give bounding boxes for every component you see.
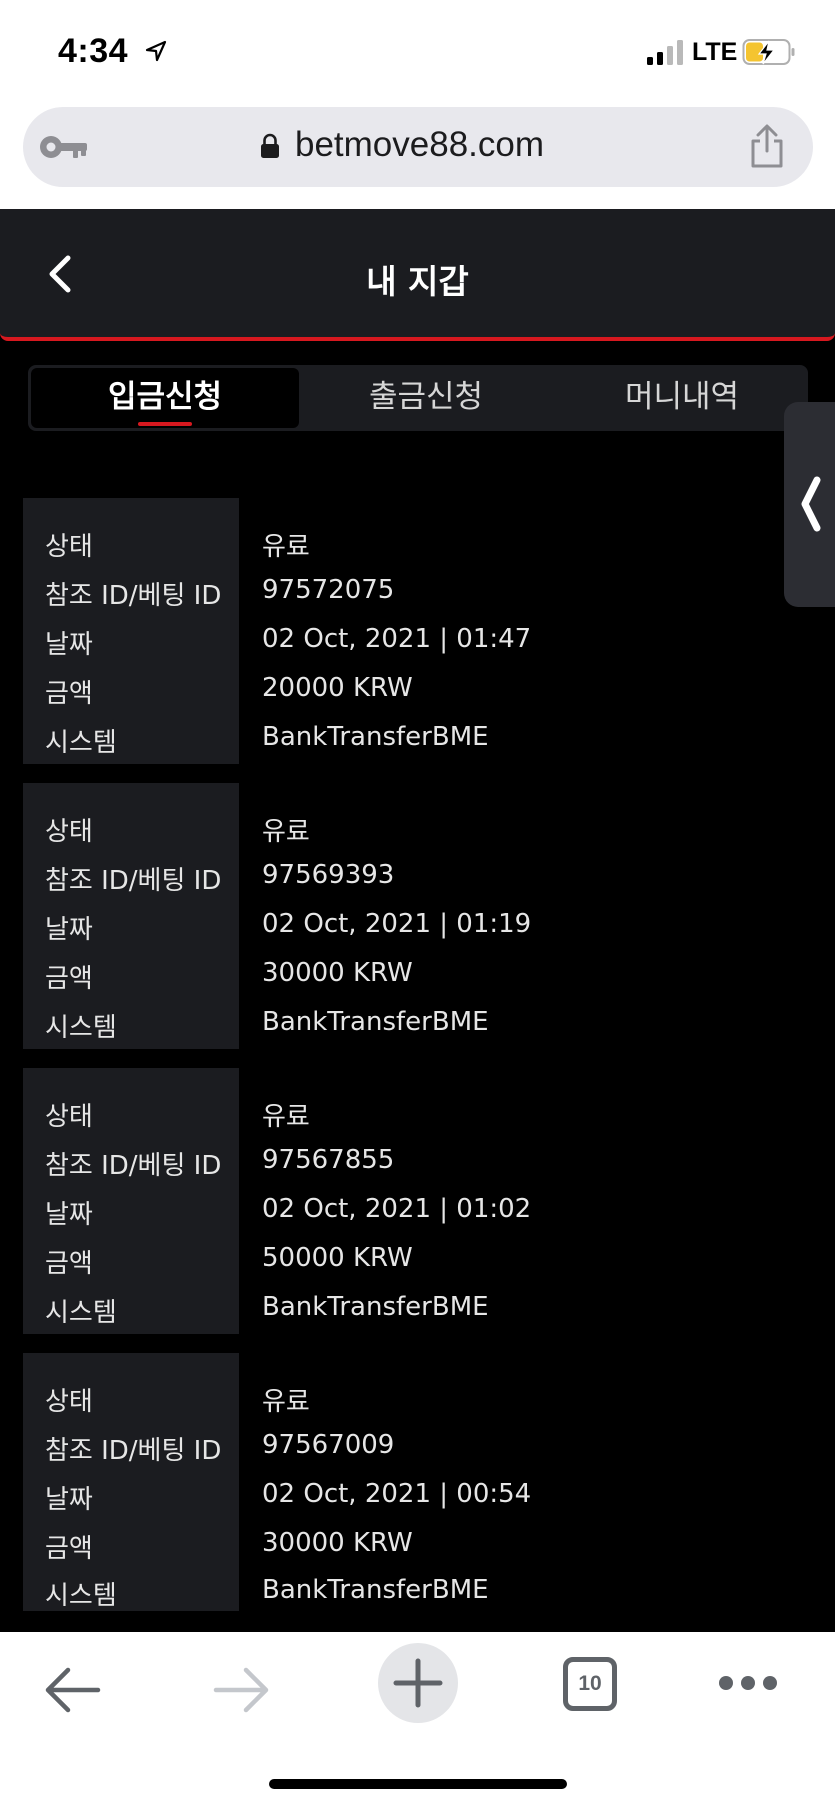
active-tab-indicator xyxy=(138,422,192,426)
url-text[interactable]: betmove88.com xyxy=(295,125,544,165)
value-amount: 30000 KRW xyxy=(262,1528,413,1558)
label-amount: 금액 xyxy=(45,964,93,994)
tab-label: 입금신청 xyxy=(107,379,223,415)
value-system: BankTransferBME xyxy=(262,1575,489,1605)
record-row-amount: 금액 50000 KRW xyxy=(23,1239,813,1279)
record-row-status: 상태 유료 xyxy=(23,1092,813,1132)
label-system: 시스템 xyxy=(45,1013,117,1043)
record-row-system: 시스템 BankTransferBME xyxy=(23,1003,813,1043)
value-status: 유료 xyxy=(262,817,310,847)
label-date: 날짜 xyxy=(45,1485,93,1515)
value-amount: 20000 KRW xyxy=(262,673,413,703)
status-bar: 4:34 LTE xyxy=(0,0,835,105)
value-status: 유료 xyxy=(262,1387,310,1417)
label-system: 시스템 xyxy=(45,728,117,758)
tab-label: 머니내역 xyxy=(624,379,740,415)
record-row-system: 시스템 BankTransferBME xyxy=(23,1288,813,1328)
record-row-amount: 금액 20000 KRW xyxy=(23,669,813,709)
label-system: 시스템 xyxy=(45,1581,117,1611)
network-type: LTE xyxy=(692,38,738,66)
deposit-record: 상태 유료 참조 ID/베팅 ID 97572075 날짜 02 Oct, 2021 … xyxy=(23,498,813,764)
record-row-status: 상태 유료 xyxy=(23,807,813,847)
plus-icon[interactable] xyxy=(377,1642,459,1724)
label-status: 상태 xyxy=(45,532,93,562)
value-ref-id: 97567855 xyxy=(262,1145,395,1175)
record-row-status: 상태 유료 xyxy=(23,522,813,562)
page-header: 내 지갑 xyxy=(0,209,835,341)
record-row-date: 날짜 02 Oct, 2021 | 01:19 xyxy=(23,905,813,945)
record-row-ref: 참조 ID/베팅 ID 97567009 xyxy=(23,1426,813,1466)
label-amount: 금액 xyxy=(45,1249,93,1279)
address-bar[interactable]: betmove88.com xyxy=(23,107,813,187)
deposit-record: 상태 유료 참조 ID/베팅 ID 97569393 날짜 02 Oct, 2021 … xyxy=(23,783,813,1049)
value-system: BankTransferBME xyxy=(262,722,489,752)
status-time: 4:34 xyxy=(58,32,129,70)
lock-icon xyxy=(261,133,279,158)
tab-withdraw-request[interactable]: 출금신청 xyxy=(296,365,556,431)
label-ref-id: 참조 ID/베팅 ID xyxy=(45,1151,222,1181)
value-status: 유료 xyxy=(262,532,310,562)
label-system: 시스템 xyxy=(45,1298,117,1328)
record-row-date: 날짜 02 Oct, 2021 | 00:54 xyxy=(23,1475,813,1515)
record-row-date: 날짜 02 Oct, 2021 | 01:47 xyxy=(23,620,813,660)
tab-deposit-request[interactable]: 입금신청 xyxy=(31,368,299,428)
record-row-ref: 참조 ID/베팅 ID 97572075 xyxy=(23,571,813,611)
deposit-record: 상태 유료 참조 ID/베팅 ID 97567855 날짜 02 Oct, 2021 … xyxy=(23,1068,813,1334)
label-status: 상태 xyxy=(45,817,93,847)
key-icon[interactable] xyxy=(37,131,89,163)
value-date: 02 Oct, 2021 | 01:02 xyxy=(262,1194,532,1224)
value-amount: 30000 KRW xyxy=(262,958,413,988)
value-date: 02 Oct, 2021 | 01:19 xyxy=(262,909,532,939)
value-ref-id: 97569393 xyxy=(262,860,395,890)
tab-label: 출금신청 xyxy=(368,379,484,415)
share-icon[interactable] xyxy=(748,123,786,169)
more-icon[interactable] xyxy=(717,1672,779,1694)
label-amount: 금액 xyxy=(45,679,93,709)
tab-count: 10 xyxy=(578,1672,602,1695)
arrow-back-icon[interactable] xyxy=(42,1662,102,1718)
record-row-ref: 참조 ID/베팅 ID 97569393 xyxy=(23,856,813,896)
label-date: 날짜 xyxy=(45,915,93,945)
label-ref-id: 참조 ID/베팅 ID xyxy=(45,866,222,896)
browser-address-area: betmove88.com xyxy=(0,105,835,209)
label-date: 날짜 xyxy=(45,630,93,660)
value-ref-id: 97567009 xyxy=(262,1430,395,1460)
tab-money-history[interactable]: 머니내역 xyxy=(556,365,808,431)
tabs-icon[interactable]: 10 xyxy=(563,1657,617,1711)
page-title: 내 지갑 xyxy=(366,262,469,301)
value-date: 02 Oct, 2021 | 00:54 xyxy=(262,1479,532,1509)
record-row-amount: 금액 30000 KRW xyxy=(23,954,813,994)
value-date: 02 Oct, 2021 | 01:47 xyxy=(262,624,532,654)
record-row-system: 시스템 BankTransferBME xyxy=(23,718,813,758)
record-row-amount: 금액 30000 KRW xyxy=(23,1524,813,1564)
location-arrow-icon xyxy=(145,40,167,62)
record-row-system: 시스템 BankTransferBME xyxy=(23,1571,813,1611)
label-ref-id: 참조 ID/베팅 ID xyxy=(45,581,222,611)
signal-icon xyxy=(647,40,683,65)
record-row-status: 상태 유료 xyxy=(23,1377,813,1417)
record-row-date: 날짜 02 Oct, 2021 | 01:02 xyxy=(23,1190,813,1230)
home-indicator[interactable] xyxy=(269,1779,567,1789)
value-system: BankTransferBME xyxy=(262,1292,489,1322)
battery-charging-icon xyxy=(742,39,795,65)
label-amount: 금액 xyxy=(45,1534,93,1564)
label-ref-id: 참조 ID/베팅 ID xyxy=(45,1436,222,1466)
label-date: 날짜 xyxy=(45,1200,93,1230)
record-row-ref: 참조 ID/베팅 ID 97567855 xyxy=(23,1141,813,1181)
value-amount: 50000 KRW xyxy=(262,1243,413,1273)
deposit-record: 상태 유료 참조 ID/베팅 ID 97567009 날짜 02 Oct, 2021 … xyxy=(23,1353,813,1611)
label-status: 상태 xyxy=(45,1102,93,1132)
label-status: 상태 xyxy=(45,1387,93,1417)
value-status: 유료 xyxy=(262,1102,310,1132)
value-system: BankTransferBME xyxy=(262,1007,489,1037)
value-ref-id: 97572075 xyxy=(262,575,395,605)
arrow-forward-icon[interactable] xyxy=(212,1662,272,1718)
wallet-tabs: 입금신청 출금신청 머니내역 xyxy=(28,365,808,431)
